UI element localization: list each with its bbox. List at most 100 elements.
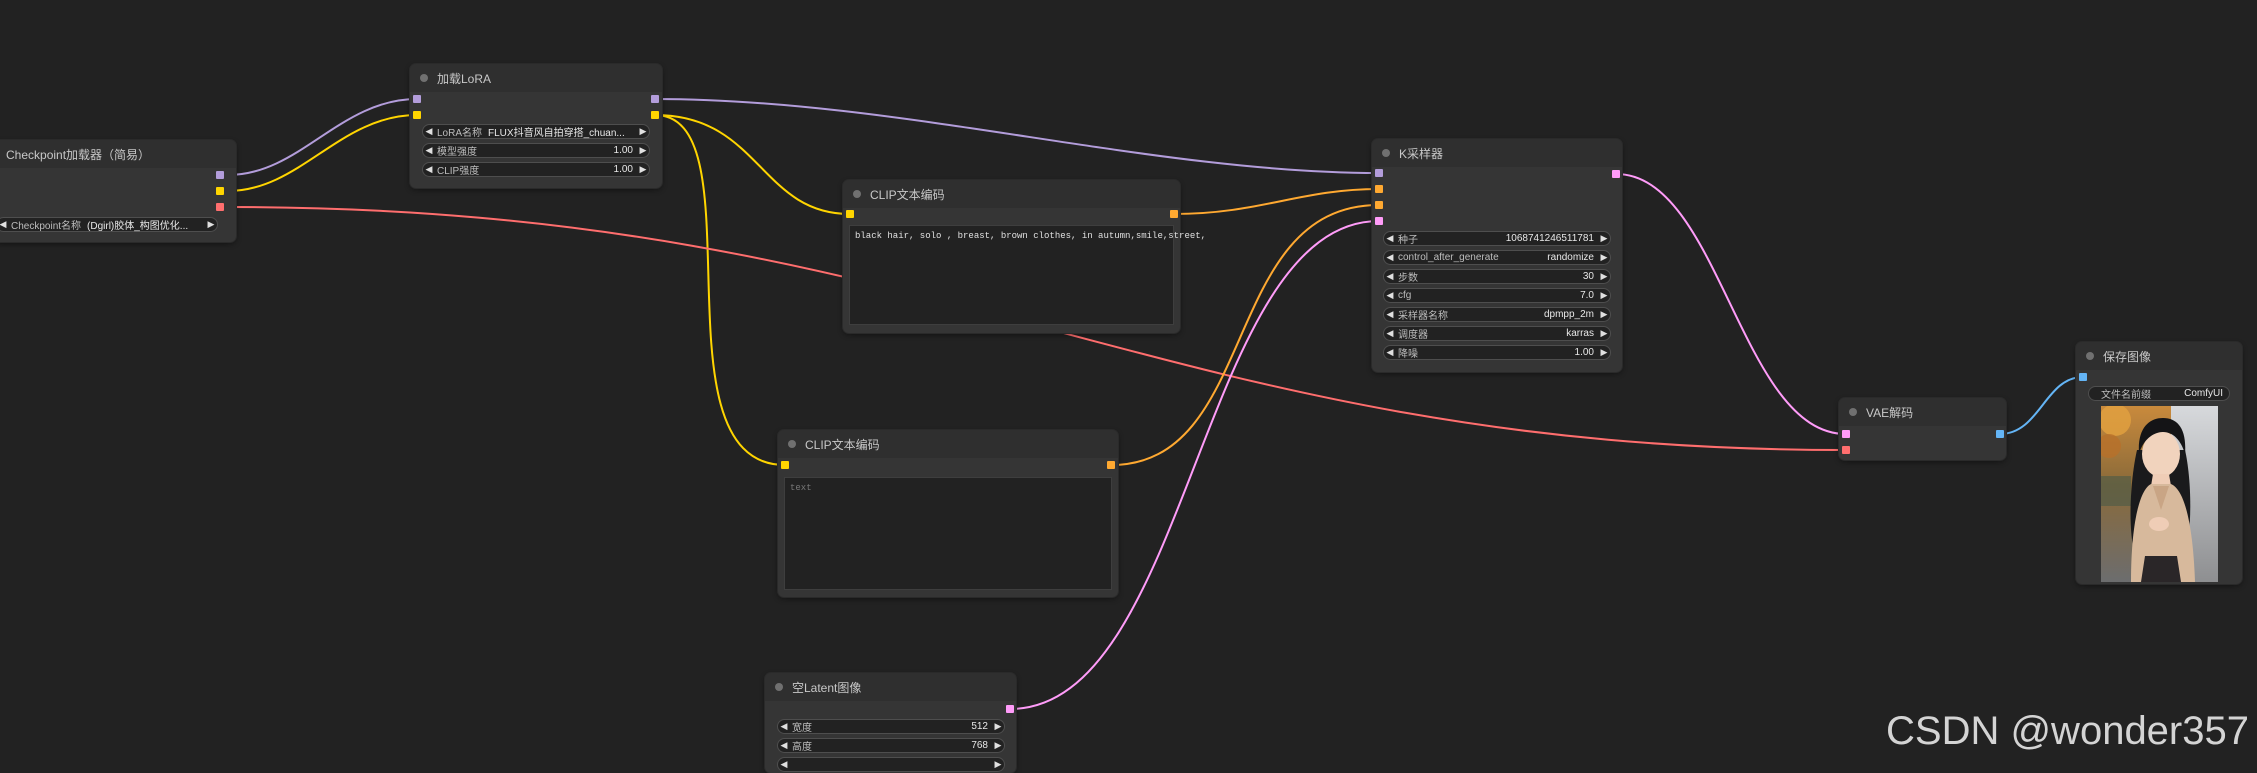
wire-clip-ckpt-to-lora bbox=[227, 114, 418, 192]
height-number[interactable]: ◀ 高度 768 ▶ bbox=[777, 738, 1005, 753]
wire-image-decode-to-save bbox=[1999, 376, 2084, 435]
arrow-left-icon[interactable]: ◀ bbox=[778, 721, 790, 732]
prompt-textarea[interactable]: black hair, solo , breast, brown clothes… bbox=[849, 225, 1206, 325]
node-header[interactable]: K采样器 bbox=[1372, 139, 1622, 167]
arrow-right-icon[interactable]: ▶ bbox=[637, 164, 649, 175]
node-header[interactable]: Checkpoint加载器（简易） bbox=[0, 140, 236, 168]
node-ksampler[interactable]: K采样器 ◀ 种子 1068741246511781 ▶ ◀ control_a… bbox=[1372, 139, 1622, 372]
lora-name-combo[interactable]: ◀ LoRA名称 FLUX抖音风自拍穿搭_chuan... ▶ bbox=[422, 124, 650, 139]
arrow-left-icon[interactable]: ◀ bbox=[423, 145, 435, 156]
arrow-right-icon[interactable]: ▶ bbox=[637, 126, 649, 137]
output-model-slot[interactable] bbox=[651, 95, 659, 103]
input-latent-slot[interactable] bbox=[1375, 217, 1383, 225]
arrow-right-icon[interactable]: ▶ bbox=[1598, 328, 1610, 339]
output-clip-slot[interactable] bbox=[651, 111, 659, 119]
arrow-left-icon[interactable]: ◀ bbox=[1384, 347, 1396, 358]
arrow-right-icon[interactable]: ▶ bbox=[637, 145, 649, 156]
arrow-left-icon[interactable]: ◀ bbox=[0, 219, 9, 230]
arrow-right-icon[interactable]: ▶ bbox=[992, 721, 1004, 732]
arrow-right-icon[interactable]: ▶ bbox=[992, 759, 1004, 770]
node-empty-latent-image[interactable]: 空Latent图像 ◀ 宽度 512 ▶ ◀ 高度 768 ▶ ◀ ▶ bbox=[765, 673, 1016, 773]
arrow-right-icon[interactable]: ▶ bbox=[1598, 290, 1610, 301]
input-positive-slot[interactable] bbox=[1375, 185, 1383, 193]
arrow-right-icon[interactable]: ▶ bbox=[1598, 347, 1610, 358]
node-header[interactable]: 加载LoRA bbox=[410, 64, 662, 92]
model-strength-number[interactable]: ◀ 模型强度 1.00 ▶ bbox=[422, 143, 650, 158]
input-clip-slot[interactable] bbox=[781, 461, 789, 469]
watermark-text: CSDN @wonder357 bbox=[1886, 709, 2249, 753]
node-header[interactable]: 空Latent图像 bbox=[765, 673, 1016, 701]
arrow-left-icon[interactable]: ◀ bbox=[1384, 252, 1396, 263]
input-model-slot[interactable] bbox=[413, 95, 421, 103]
input-samples-slot[interactable] bbox=[1842, 430, 1850, 438]
arrow-right-icon[interactable]: ▶ bbox=[1598, 309, 1610, 320]
output-vae-slot[interactable] bbox=[216, 203, 224, 211]
arrow-left-icon[interactable]: ◀ bbox=[1384, 290, 1396, 301]
arrow-right-icon[interactable]: ▶ bbox=[205, 219, 217, 230]
arrow-right-icon[interactable]: ▶ bbox=[992, 740, 1004, 751]
connection-wires bbox=[227, 98, 2084, 710]
input-images-slot[interactable] bbox=[2079, 373, 2087, 381]
node-header[interactable]: CLIP文本编码 bbox=[843, 180, 1180, 208]
node-header[interactable]: CLIP文本编码 bbox=[778, 430, 1118, 458]
scheduler-combo[interactable]: ◀ 调度器 karras ▶ bbox=[1383, 326, 1611, 341]
collapse-dot-icon[interactable] bbox=[420, 74, 428, 82]
output-conditioning-slot[interactable] bbox=[1107, 461, 1115, 469]
clip-strength-number[interactable]: ◀ CLIP强度 1.00 ▶ bbox=[422, 162, 650, 177]
arrow-right-icon[interactable]: ▶ bbox=[1598, 252, 1610, 263]
arrow-left-icon[interactable]: ◀ bbox=[778, 740, 790, 751]
input-clip-slot[interactable] bbox=[413, 111, 421, 119]
control-after-generate-combo[interactable]: ◀ control_after_generate randomize ▶ bbox=[1383, 250, 1611, 265]
checkpoint-name-combo[interactable]: ◀ Checkpoint名称 (Dgirl)胶体_构图优化... ▶ bbox=[0, 217, 218, 232]
seed-number[interactable]: ◀ 种子 1068741246511781 ▶ bbox=[1383, 231, 1611, 246]
output-latent-slot[interactable] bbox=[1612, 170, 1620, 178]
collapse-dot-icon[interactable] bbox=[775, 683, 783, 691]
widget-label: 步数 bbox=[1398, 273, 1418, 284]
filename-prefix-input[interactable]: 文件名前缀 ComfyUI bbox=[2088, 386, 2230, 401]
output-image-slot[interactable] bbox=[1996, 430, 2004, 438]
arrow-left-icon[interactable]: ◀ bbox=[1384, 309, 1396, 320]
widget-value: 1068741246511781 bbox=[1505, 233, 1594, 244]
collapse-dot-icon[interactable] bbox=[2086, 352, 2094, 360]
collapse-dot-icon[interactable] bbox=[853, 190, 861, 198]
node-clip-text-encode-negative[interactable]: CLIP文本编码 text bbox=[778, 430, 1118, 597]
input-clip-slot[interactable] bbox=[846, 210, 854, 218]
cfg-number[interactable]: ◀ cfg 7.0 ▶ bbox=[1383, 288, 1611, 303]
node-load-lora[interactable]: 加载LoRA ◀ LoRA名称 FLUX抖音风自拍穿搭_chuan... ▶ ◀… bbox=[410, 64, 662, 188]
collapse-dot-icon[interactable] bbox=[1849, 408, 1857, 416]
arrow-left-icon[interactable]: ◀ bbox=[778, 759, 790, 770]
arrow-left-icon[interactable]: ◀ bbox=[1384, 233, 1396, 244]
node-clip-text-encode-positive[interactable]: CLIP文本编码 black hair, solo , breast, brow… bbox=[843, 180, 1206, 333]
wire-model-lora-to-ksampler bbox=[654, 98, 1380, 174]
arrow-right-icon[interactable]: ▶ bbox=[1598, 233, 1610, 244]
wire-clip-lora-to-neg bbox=[654, 114, 786, 466]
arrow-right-icon[interactable]: ▶ bbox=[1598, 271, 1610, 282]
arrow-left-icon[interactable]: ◀ bbox=[1384, 271, 1396, 282]
input-vae-slot[interactable] bbox=[1842, 446, 1850, 454]
output-clip-slot[interactable] bbox=[216, 187, 224, 195]
node-checkpoint-loader[interactable]: Checkpoint加载器（简易） ◀ Checkpoint名称 (Dgirl)… bbox=[0, 140, 236, 242]
arrow-left-icon[interactable]: ◀ bbox=[1384, 328, 1396, 339]
node-header[interactable]: 保存图像 bbox=[2076, 342, 2242, 370]
arrow-left-icon[interactable]: ◀ bbox=[423, 126, 435, 137]
output-conditioning-slot[interactable] bbox=[1170, 210, 1178, 218]
node-vae-decode[interactable]: VAE解码 bbox=[1839, 398, 2006, 460]
collapse-dot-icon[interactable] bbox=[1382, 149, 1390, 157]
generated-image-preview[interactable] bbox=[2101, 406, 2218, 582]
node-save-image[interactable]: 保存图像 文件名前缀 ComfyUI bbox=[2076, 342, 2242, 584]
output-latent-slot[interactable] bbox=[1006, 705, 1014, 713]
denoise-number[interactable]: ◀ 降噪 1.00 ▶ bbox=[1383, 345, 1611, 360]
prompt-textarea[interactable]: text bbox=[784, 477, 1112, 590]
input-negative-slot[interactable] bbox=[1375, 201, 1383, 209]
arrow-left-icon[interactable]: ◀ bbox=[423, 164, 435, 175]
widget-label: 宽度 bbox=[792, 723, 812, 734]
node-header[interactable]: VAE解码 bbox=[1839, 398, 2006, 426]
sampler-name-combo[interactable]: ◀ 采样器名称 dpmpp_2m ▶ bbox=[1383, 307, 1611, 322]
width-number[interactable]: ◀ 宽度 512 ▶ bbox=[777, 719, 1005, 734]
input-model-slot[interactable] bbox=[1375, 169, 1383, 177]
batch-size-number[interactable]: ◀ ▶ bbox=[777, 757, 1005, 772]
collapse-dot-icon[interactable] bbox=[788, 440, 796, 448]
output-model-slot[interactable] bbox=[216, 171, 224, 179]
widget-value: 30 bbox=[1582, 271, 1594, 282]
steps-number[interactable]: ◀ 步数 30 ▶ bbox=[1383, 269, 1611, 284]
